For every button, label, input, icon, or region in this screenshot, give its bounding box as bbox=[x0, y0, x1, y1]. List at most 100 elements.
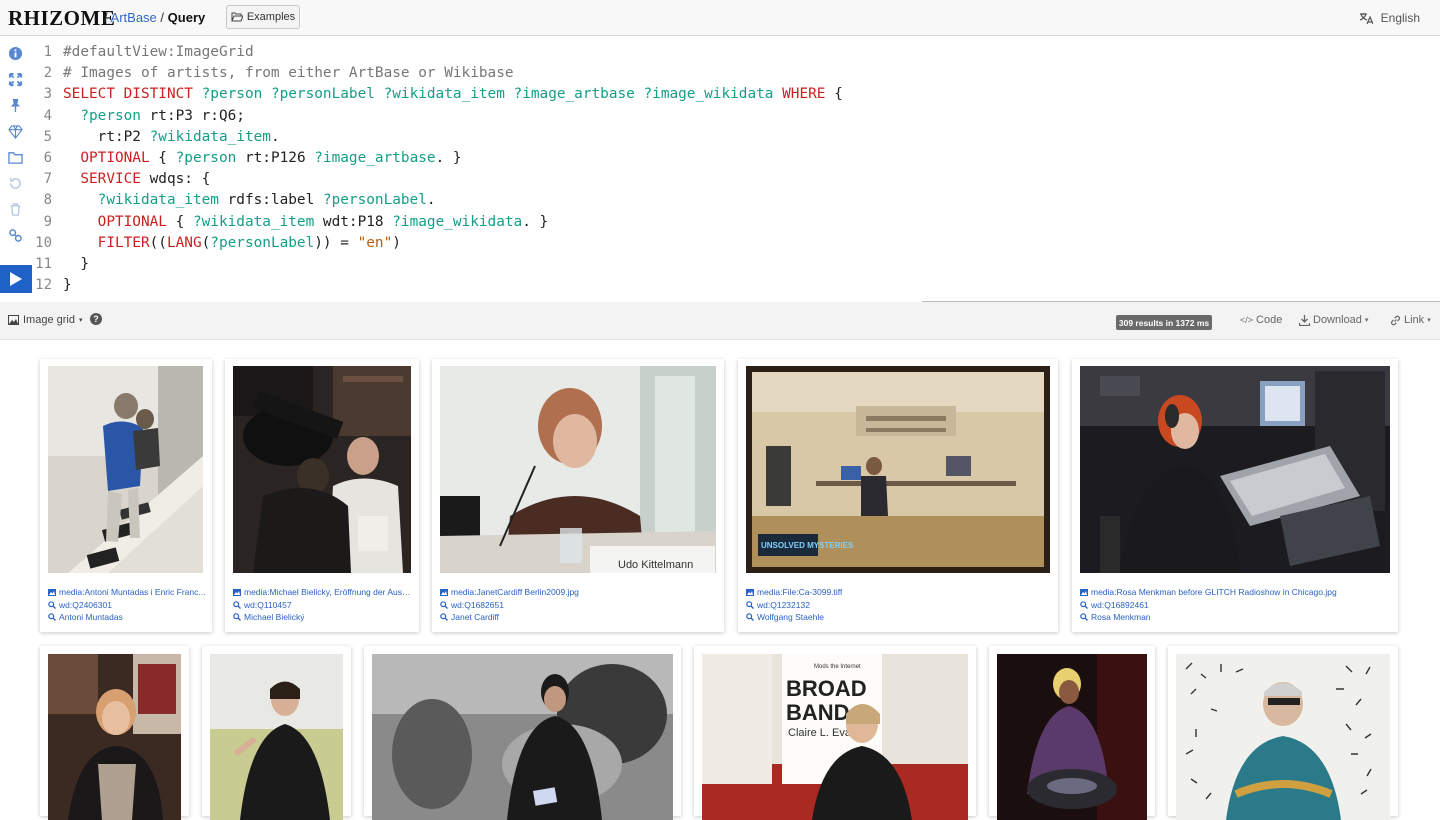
code-variable: ?image_artbase bbox=[314, 149, 436, 166]
history-icon[interactable] bbox=[4, 172, 26, 194]
search-icon bbox=[440, 613, 448, 622]
image-icon bbox=[440, 588, 448, 596]
info-icon[interactable] bbox=[4, 42, 26, 64]
line-number: 9 bbox=[43, 213, 52, 230]
examples-button-label: Examples bbox=[246, 11, 296, 23]
wikidata-link[interactable]: wd:Q16892461 bbox=[1080, 599, 1390, 612]
result-card bbox=[1168, 646, 1398, 820]
result-card-meta: media:File:Ca-3099.tiff wd:Q1232132 Wolf… bbox=[746, 586, 1050, 624]
line-number: 1 bbox=[43, 44, 52, 60]
download-button[interactable]: Download ▾ bbox=[1299, 314, 1368, 326]
line-number: 7 bbox=[43, 171, 52, 188]
media-link[interactable]: media:Michael Bielicky, Eröffnung der Au… bbox=[233, 586, 411, 599]
person-link[interactable]: Antoni Muntadas bbox=[48, 611, 206, 624]
pin-icon[interactable] bbox=[4, 94, 26, 116]
code-text: . bbox=[426, 192, 436, 209]
media-link[interactable]: media:Antoni Muntadas i Enric Franc... bbox=[48, 586, 206, 599]
nameplate-text: Udo Kittelmann bbox=[618, 559, 693, 571]
breadcrumb-artbase-link[interactable]: ArtBase bbox=[111, 10, 157, 25]
trash-icon[interactable] bbox=[4, 198, 26, 220]
code-button[interactable]: </> Code bbox=[1240, 314, 1282, 326]
link-chain-icon[interactable] bbox=[4, 224, 26, 246]
search-icon bbox=[746, 601, 754, 609]
media-link[interactable]: media:Rosa Menkman before GLITCH Radiosh… bbox=[1080, 586, 1390, 599]
line-number: 2 bbox=[43, 65, 52, 82]
result-photo[interactable] bbox=[48, 654, 181, 820]
code-text: wdt:P18 bbox=[314, 213, 393, 230]
wikidata-link[interactable]: wd:Q2406301 bbox=[48, 599, 206, 612]
line-number-gutter: 1 2 3 4 5 6 7 8 9 10 11 12 bbox=[32, 42, 56, 296]
language-selector[interactable]: English bbox=[1359, 11, 1420, 25]
wikidata-link[interactable]: wd:Q110457 bbox=[233, 599, 411, 612]
link-button[interactable]: Link ▾ bbox=[1390, 314, 1431, 326]
caret-down-icon: ▾ bbox=[78, 317, 83, 324]
brand-logo[interactable]: RHIZOME bbox=[8, 6, 115, 31]
view-selector-label: Image grid bbox=[23, 314, 75, 326]
image-icon bbox=[1080, 588, 1088, 596]
result-photo[interactable] bbox=[1080, 366, 1390, 573]
person-link[interactable]: Wolfgang Staehle bbox=[746, 611, 1050, 624]
result-card: media:Antoni Muntadas i Enric Franc... w… bbox=[40, 359, 212, 632]
code-variable: ?wikidata_item bbox=[63, 192, 219, 209]
wikidata-link[interactable]: wd:Q1232132 bbox=[746, 599, 1050, 612]
code-text: } bbox=[63, 277, 72, 294]
result-photo[interactable] bbox=[997, 654, 1147, 820]
code-variable: ?wikidata_item bbox=[192, 213, 315, 230]
result-photo[interactable]: UNSOLVED MYSTERIES bbox=[746, 366, 1050, 573]
view-selector[interactable]: Image grid ▾ bbox=[8, 314, 83, 326]
poster-top-text: Mods the Internet bbox=[814, 664, 861, 670]
result-card-meta: media:Michael Bielicky, Eröffnung der Au… bbox=[233, 586, 411, 624]
expand-icon[interactable] bbox=[4, 68, 26, 90]
code-text: ( bbox=[201, 234, 211, 251]
person-link[interactable]: Michael Bielický bbox=[233, 611, 411, 624]
result-photo[interactable] bbox=[233, 366, 411, 573]
line-number: 6 bbox=[43, 149, 52, 166]
result-photo[interactable] bbox=[48, 366, 203, 573]
code-area[interactable]: #defaultView:ImageGrid # Images of artis… bbox=[63, 42, 1440, 296]
result-photo[interactable] bbox=[1176, 654, 1390, 820]
query-editor[interactable]: 1 2 3 4 5 6 7 8 9 10 11 12 #defaultView:… bbox=[32, 36, 1440, 303]
code-line: SERVICE wdqs: { bbox=[63, 169, 1440, 190]
line-number: 11 bbox=[35, 255, 52, 272]
media-link[interactable]: media:File:Ca-3099.tiff bbox=[746, 586, 1050, 599]
code-text: rt:P3 r:Q6; bbox=[140, 107, 245, 124]
code-button-label: Code bbox=[1256, 314, 1283, 326]
diamond-icon[interactable] bbox=[4, 120, 26, 142]
caret-down-icon: ▾ bbox=[1364, 317, 1369, 324]
code-variable: ?personLabel bbox=[210, 234, 315, 251]
folder-icon[interactable] bbox=[4, 146, 26, 168]
result-photo[interactable] bbox=[372, 654, 673, 820]
code-variable: ?wikidata_item bbox=[149, 128, 271, 145]
code-variable: ?person bbox=[63, 107, 141, 124]
code-comment: # Images of artists, from either ArtBase… bbox=[63, 65, 514, 82]
help-icon[interactable]: ? bbox=[90, 313, 102, 325]
code-text: { bbox=[166, 213, 193, 230]
person-link[interactable]: Janet Cardiff bbox=[440, 611, 716, 624]
code-keyword: WHERE bbox=[782, 86, 826, 103]
examples-button[interactable]: Examples bbox=[226, 5, 300, 29]
result-photo[interactable]: Udo Kittelmann bbox=[440, 366, 716, 573]
media-link[interactable]: media:JanetCardiff Berlin2009.jpg bbox=[440, 586, 716, 599]
search-icon bbox=[440, 601, 448, 609]
caret-down-icon: ▾ bbox=[1427, 317, 1431, 324]
code-line: ?wikidata_item rdfs:label ?personLabel. bbox=[63, 190, 1440, 211]
code-text: . } bbox=[522, 213, 549, 230]
run-query-button[interactable] bbox=[0, 265, 32, 293]
code-line: SELECT DISTINCT ?person ?personLabel ?wi… bbox=[63, 84, 1440, 105]
line-number: 8 bbox=[43, 192, 52, 209]
code-line: # Images of artists, from either ArtBase… bbox=[63, 63, 1440, 84]
code-keyword: FILTER bbox=[63, 234, 150, 251]
top-bar: RHIZOME / ArtBase / Query Examples Engli… bbox=[0, 0, 1440, 36]
poster-band-text: BAND bbox=[786, 700, 850, 725]
result-photo[interactable]: Mods the Internet BROAD BAND Claire L. E… bbox=[702, 654, 968, 820]
line-number: 3 bbox=[43, 86, 52, 103]
breadcrumb: / ArtBase / Query bbox=[104, 10, 205, 25]
breadcrumb-current: Query bbox=[167, 10, 206, 25]
wikidata-link[interactable]: wd:Q1682651 bbox=[440, 599, 716, 612]
person-link[interactable]: Rosa Menkman bbox=[1080, 611, 1390, 624]
play-icon bbox=[10, 272, 22, 286]
link-icon bbox=[1391, 315, 1400, 325]
code-variable: ?personLabel bbox=[322, 192, 427, 209]
search-icon bbox=[1080, 613, 1088, 622]
result-photo[interactable] bbox=[210, 654, 343, 820]
